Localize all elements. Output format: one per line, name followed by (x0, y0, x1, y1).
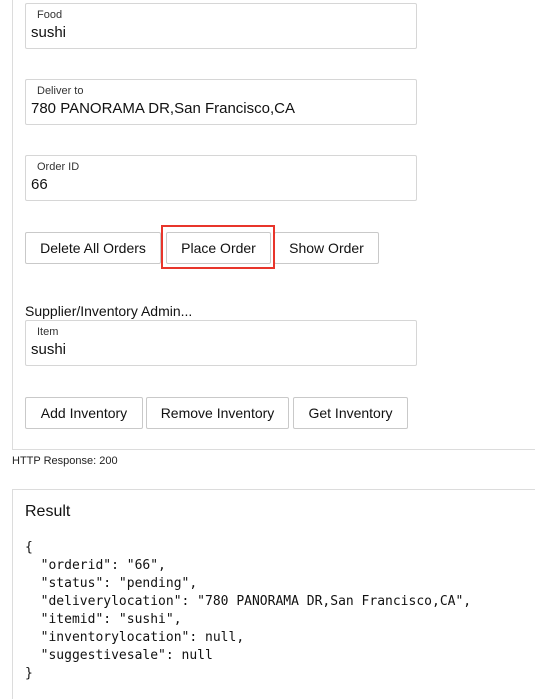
deliver-to-field[interactable]: Deliver to 780 PANORAMA DR,San Francisco… (25, 79, 417, 125)
food-field[interactable]: Food sushi (25, 3, 417, 49)
order-id-label: Order ID (37, 161, 80, 173)
deliver-to-label: Deliver to (37, 85, 84, 97)
food-label: Food (37, 9, 63, 21)
food-value[interactable]: sushi (31, 24, 66, 41)
http-response-status: HTTP Response: 200 (12, 455, 118, 467)
deliver-to-value[interactable]: 780 PANORAMA DR,San Francisco,CA (31, 100, 295, 117)
order-id-value[interactable]: 66 (31, 176, 48, 193)
order-form-panel (12, 0, 535, 450)
remove-inventory-button[interactable]: Remove Inventory (146, 397, 289, 429)
delete-all-orders-button[interactable]: Delete All Orders (25, 232, 161, 264)
order-id-field[interactable]: Order ID 66 (25, 155, 417, 201)
supplier-section-label: Supplier/Inventory Admin... (25, 303, 193, 319)
get-inventory-button[interactable]: Get Inventory (293, 397, 408, 429)
result-title: Result (25, 503, 71, 520)
result-json: { "orderid": "66", "status": "pending", … (25, 540, 472, 681)
item-label: Item (37, 326, 59, 338)
item-field[interactable]: Item sushi (25, 320, 417, 366)
add-inventory-button[interactable]: Add Inventory (25, 397, 143, 429)
show-order-button[interactable]: Show Order (274, 232, 379, 264)
place-order-button[interactable]: Place Order (166, 232, 271, 264)
item-value[interactable]: sushi (31, 341, 66, 358)
